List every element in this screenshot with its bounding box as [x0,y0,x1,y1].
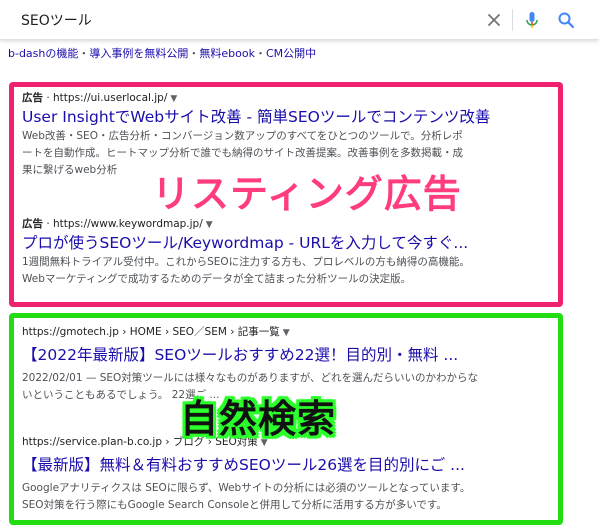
mic-icon[interactable] [521,9,543,31]
organic-result: https://service.plan-b.co.jp › ブログ › SEO… [22,434,552,514]
dropdown-arrow-icon[interactable]: ▼ [283,328,290,338]
search-divider [512,9,513,31]
search-bar: SEOツール [0,0,599,40]
sitelinks: b-dashの機能・導入事例を無料公開・無料ebook・CM公開中 [8,47,317,60]
result-url: 広告 · https://www.keywordmap.jp/▼ [22,218,213,230]
result-snippet: 1週間無料トライアル受付中。これからSEOに注力する方も、プロレベルの方も納得の… [22,256,470,285]
sitelink[interactable]: 導入事例を無料公開 [89,47,188,60]
result-title-link[interactable]: プロが使うSEOツール/Keywordmap - URLを入力して今すぐ... [22,232,552,254]
result-url: 広告 · https://ui.userlocal.jp/▼ [22,92,178,104]
dropdown-arrow-icon[interactable]: ▼ [206,220,213,230]
result-url: https://gmotech.jp › HOME › SEO／SEM › 記事… [22,326,290,338]
sitelink[interactable]: b-dashの機能 [8,47,78,60]
search-icon[interactable] [555,9,577,31]
result-title-link[interactable]: User InsightでWebサイト改善 - 簡単SEOツールでコンテンツ改善 [22,106,552,128]
result-title-link[interactable]: 【最新版】無料＆有料おすすめSEOツール26選を目的別にご ... [22,454,552,476]
result-title-link[interactable]: 【2022年最新版】SEOツールおすすめ22選！目的別・無料 ... [22,344,552,366]
sitelink[interactable]: 無料ebook [199,47,255,60]
ad-result: 広告 · https://www.keywordmap.jp/▼ プロが使うSE… [22,216,552,288]
search-input[interactable]: SEOツール [21,10,92,30]
organic-overlay-label: 自然検索 [180,397,337,441]
clear-icon[interactable] [484,10,504,30]
sitelink[interactable]: CM公開中 [266,47,316,60]
ads-overlay-label: リスティング広告 [152,172,462,216]
result-snippet: Googleアナリティクスは SEOに限らず、Webサイトの分析には必須のツール… [22,482,471,511]
dropdown-arrow-icon[interactable]: ▼ [170,94,177,104]
